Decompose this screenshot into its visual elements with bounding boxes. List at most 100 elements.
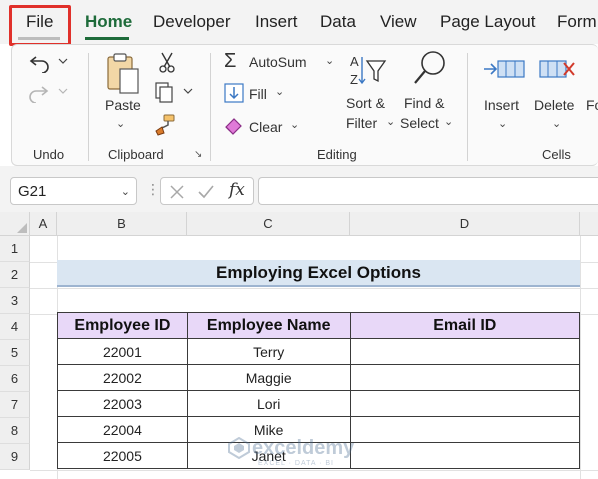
row-header-2[interactable]: 2: [0, 262, 30, 288]
sort-filter-button[interactable]: A Z: [348, 51, 388, 91]
cancel-icon[interactable]: [169, 184, 185, 200]
column-header-c[interactable]: C: [187, 212, 350, 236]
formula-buttons: fx: [160, 177, 254, 205]
insert-function-icon[interactable]: fx: [229, 180, 245, 200]
row-header-3[interactable]: 3: [0, 288, 30, 314]
clipboard-dialog-launcher-icon[interactable]: ↘: [194, 149, 202, 160]
header-email-id[interactable]: Email ID: [349, 312, 581, 339]
column-header-e[interactable]: [580, 212, 598, 236]
table-row: 22004 Mike: [57, 416, 581, 443]
paste-button[interactable]: [104, 51, 144, 97]
clear-dropdown-chevron[interactable]: ⌄: [290, 118, 299, 131]
autosum-button[interactable]: AutoSum: [249, 54, 307, 70]
delete-cells-dropdown-chevron[interactable]: ⌄: [552, 117, 561, 130]
formula-bar: G21 ⌄ ⋮ fx: [0, 166, 598, 212]
format-painter-button[interactable]: [154, 113, 178, 137]
ribbon-tab-bar: File Home Developer Insert Data View Pag…: [0, 0, 598, 46]
enter-checkmark-icon[interactable]: [197, 184, 215, 200]
formula-input[interactable]: [258, 177, 598, 205]
copy-button[interactable]: [154, 81, 194, 103]
sort-filter-dropdown-chevron[interactable]: ⌄: [386, 115, 395, 128]
row-header-5[interactable]: 5: [0, 340, 30, 366]
insert-cells-button[interactable]: [482, 53, 526, 85]
employee-id-cell[interactable]: 22005: [57, 442, 188, 469]
paintbrush-icon: [155, 114, 175, 136]
employee-id-cell[interactable]: 22001: [57, 338, 188, 365]
header-employee-id[interactable]: Employee ID: [57, 312, 188, 339]
clear-button[interactable]: Clear: [249, 119, 282, 135]
tab-home[interactable]: Home: [85, 12, 132, 32]
fill-dropdown-chevron[interactable]: ⌄: [275, 85, 284, 98]
drag-handle-icon[interactable]: ⋮: [146, 181, 160, 198]
find-select-label-line2: Select: [400, 115, 439, 131]
employee-name-cell[interactable]: Lori: [186, 390, 351, 417]
column-header-d[interactable]: D: [350, 212, 580, 236]
active-tab-indicator: [85, 37, 129, 40]
name-box[interactable]: G21 ⌄: [10, 177, 137, 205]
email-id-cell[interactable]: [349, 338, 581, 365]
file-tab-highlight-box: [9, 5, 71, 46]
undo-button[interactable]: [28, 51, 68, 74]
email-id-cell[interactable]: [349, 442, 581, 469]
select-all-corner[interactable]: [0, 212, 30, 236]
chevron-down-icon[interactable]: ⌄: [121, 185, 130, 198]
table-header-row: Employee ID Employee Name Email ID: [57, 312, 581, 339]
column-header-a[interactable]: A: [30, 212, 57, 236]
find-select-button[interactable]: [412, 49, 448, 89]
employee-name-cell[interactable]: Janet: [186, 442, 351, 469]
email-id-cell[interactable]: [349, 390, 581, 417]
tab-insert[interactable]: Insert: [255, 12, 298, 32]
row-header-8[interactable]: 8: [0, 418, 30, 444]
email-id-cell[interactable]: [349, 364, 581, 391]
tab-page-layout[interactable]: Page Layout: [440, 12, 535, 32]
tab-view[interactable]: View: [380, 12, 417, 32]
row-header-1[interactable]: 1: [0, 236, 30, 262]
employee-name-cell[interactable]: Mike: [186, 416, 351, 443]
table-row: 22001 Terry: [57, 338, 581, 365]
tab-formulas[interactable]: Form: [557, 12, 597, 32]
employee-id-cell[interactable]: 22002: [57, 364, 188, 391]
table-row: 22005 Janet: [57, 442, 581, 469]
redo-icon: [29, 86, 68, 104]
sort-filter-icon: A Z: [350, 54, 387, 87]
format-cells-label[interactable]: Fo: [586, 97, 598, 113]
column-header-b[interactable]: B: [57, 212, 187, 236]
row-header-4[interactable]: 4: [0, 314, 30, 340]
employee-id-cell[interactable]: 22004: [57, 416, 188, 443]
paste-dropdown-chevron[interactable]: ⌄: [116, 117, 125, 130]
editing-group-label: Editing: [317, 147, 357, 162]
sheet-title-cell[interactable]: Employing Excel Options: [57, 260, 580, 287]
row-header-7[interactable]: 7: [0, 392, 30, 418]
delete-cells-button[interactable]: [536, 53, 580, 85]
worksheet-grid: A B C D 1 2 3 4 5 6 7 8 9 Employing Exce…: [0, 212, 598, 479]
group-separator: [88, 53, 89, 161]
fill-button[interactable]: Fill: [249, 86, 267, 102]
insert-cells-dropdown-chevron[interactable]: ⌄: [498, 117, 507, 130]
row-header-9[interactable]: 9: [0, 444, 30, 470]
redo-button[interactable]: [28, 81, 68, 104]
scissors-icon: [159, 52, 175, 73]
name-box-value: G21: [18, 183, 47, 200]
undo-group-label: Undo: [33, 147, 65, 162]
eraser-icon: [224, 115, 244, 135]
autosum-dropdown-chevron[interactable]: ⌄: [325, 54, 334, 67]
table-row: 22002 Maggie: [57, 364, 581, 391]
tab-data[interactable]: Data: [320, 12, 356, 32]
employee-name-cell[interactable]: Terry: [186, 338, 351, 365]
group-separator: [467, 53, 468, 161]
cut-button[interactable]: [156, 51, 178, 73]
email-id-cell[interactable]: [349, 416, 581, 443]
row-header-6[interactable]: 6: [0, 366, 30, 392]
tab-developer[interactable]: Developer: [153, 12, 231, 32]
gridline: [30, 470, 598, 471]
find-select-dropdown-chevron[interactable]: ⌄: [444, 115, 453, 128]
header-employee-name[interactable]: Employee Name: [186, 312, 351, 339]
employee-id-cell[interactable]: 22003: [57, 390, 188, 417]
employee-name-cell[interactable]: Maggie: [186, 364, 351, 391]
clipboard-group-label: Clipboard: [108, 147, 164, 162]
sort-filter-label-line2: Filter: [346, 115, 378, 131]
gridline: [30, 288, 598, 289]
paste-icon: [107, 53, 139, 94]
delete-cells-label: Delete: [534, 97, 575, 113]
svg-text:Z: Z: [350, 72, 358, 87]
